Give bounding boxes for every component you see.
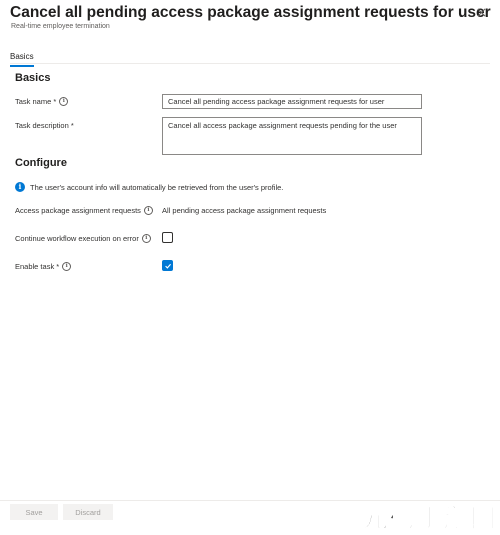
access-package-value: All pending access package assignment re…	[162, 206, 327, 215]
close-button[interactable]	[474, 5, 488, 19]
checkmark-icon	[164, 263, 171, 269]
info-filled-icon: i	[15, 182, 25, 192]
enable-task-label-text: Enable task *	[15, 262, 60, 271]
save-button[interactable]: Save	[10, 504, 58, 520]
configure-heading: Configure	[15, 157, 67, 169]
panel-title: Cancel all pending access package assign…	[10, 4, 491, 21]
info-message: i The user's account info will automatic…	[15, 182, 283, 192]
access-package-label: Access package assignment requests i	[15, 206, 153, 215]
task-description-label: Task description *	[15, 121, 74, 130]
task-name-label: Task name * i	[15, 97, 69, 106]
info-icon[interactable]: i	[143, 206, 153, 215]
access-package-label-text: Access package assignment requests	[15, 206, 141, 215]
task-name-label-text: Task name *	[15, 97, 57, 106]
info-icon[interactable]: i	[59, 97, 69, 106]
task-panel: Cancel all pending access package assign…	[0, 0, 500, 535]
tab-basics[interactable]: Basics	[10, 52, 34, 67]
continue-on-error-label-text: Continue workflow execution on error	[15, 234, 139, 243]
panel-subtitle: Real-time employee termination	[11, 23, 110, 30]
continue-on-error-label: Continue workflow execution on error i	[15, 234, 151, 243]
site-watermark: 元码手游网	[362, 504, 498, 535]
info-message-text: The user's account info will automatical…	[30, 182, 284, 192]
task-name-input[interactable]: Cancel all pending access package assign…	[162, 94, 422, 109]
enable-task-label: Enable task * i	[15, 262, 72, 271]
close-icon	[477, 8, 485, 16]
discard-button[interactable]: Discard	[63, 504, 113, 520]
tab-divider	[10, 63, 490, 64]
info-icon[interactable]: i	[62, 262, 72, 271]
info-icon[interactable]: i	[141, 234, 151, 243]
basics-heading: Basics	[15, 72, 51, 84]
task-description-label-text: Task description *	[15, 121, 74, 130]
task-description-input[interactable]: Cancel all access package assignment req…	[162, 117, 422, 155]
continue-on-error-checkbox[interactable]	[162, 232, 173, 243]
enable-task-checkbox[interactable]	[162, 260, 173, 271]
